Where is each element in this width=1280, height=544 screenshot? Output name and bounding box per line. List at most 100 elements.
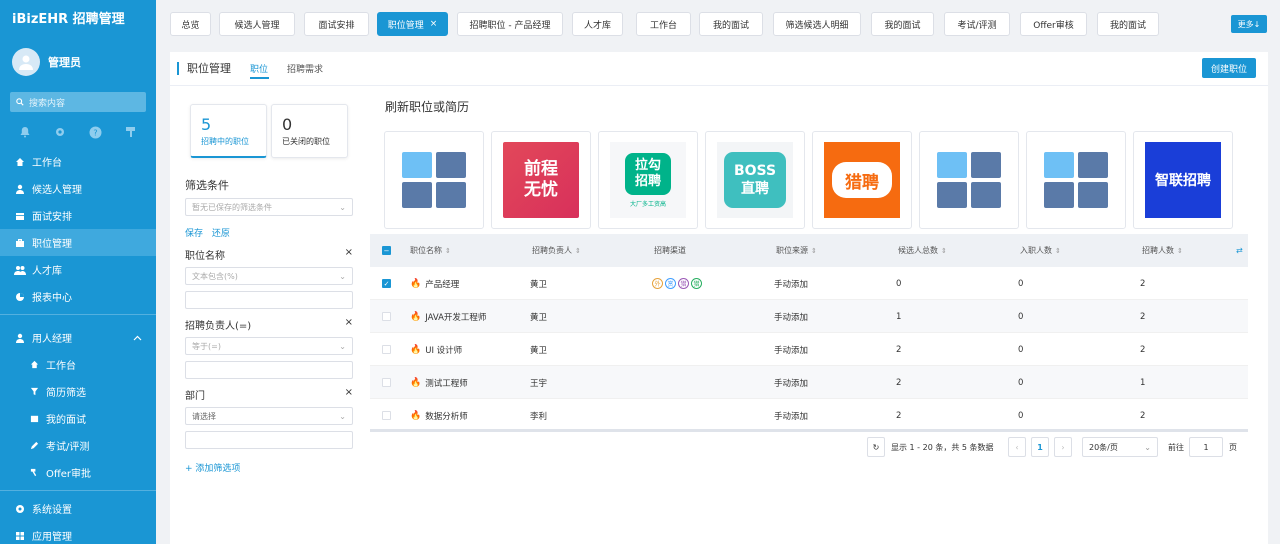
sidebar-item-positions[interactable]: 职位管理 — [0, 229, 156, 256]
table-row[interactable]: 🔥 测试工程师 王宇 手动添加 2 0 1 — [370, 366, 1248, 399]
cell-name[interactable]: 数据分析师 — [425, 410, 468, 422]
cell-name[interactable]: JAVA开发工程师 — [425, 311, 486, 323]
tab-candidates[interactable]: 候选人管理 — [219, 12, 295, 36]
col-header-hired[interactable]: 入职人数 ⇕ — [1020, 234, 1061, 267]
close-icon[interactable]: × — [430, 19, 438, 29]
col-header-candidates[interactable]: 候选人总数 ⇕ — [898, 234, 947, 267]
tab-my-interviews-3[interactable]: 我的面试 — [1097, 12, 1159, 36]
horizontal-scrollbar[interactable] — [370, 429, 1248, 432]
gear-icon[interactable] — [54, 126, 66, 138]
page-size-select[interactable]: 20条/页 ⌄ — [1082, 437, 1158, 457]
sidebar-subitem-resume-screening[interactable]: 简历筛选 — [0, 378, 156, 405]
col-label: 职位来源 — [776, 246, 808, 255]
sidebar-item-interviews[interactable]: 面试安排 — [0, 202, 156, 229]
tab-overview[interactable]: 总览 — [170, 12, 211, 36]
channel-card-boss[interactable]: BOSS 直聘 — [705, 131, 805, 229]
channel-badge: 赏 — [665, 278, 676, 289]
operator-select[interactable]: 等于(=) ⌄ — [185, 337, 353, 355]
tab-my-interviews-2[interactable]: 我的面试 — [871, 12, 934, 36]
avatar[interactable] — [12, 48, 40, 76]
refresh-icon[interactable]: ↻ — [867, 437, 885, 457]
channel-card-zhaopin[interactable]: 智联招聘 — [1133, 131, 1233, 229]
column-settings-icon[interactable]: ⇄ — [1236, 234, 1243, 267]
sidebar-item-app-management[interactable]: 应用管理 — [0, 522, 156, 544]
channel-card-placeholder[interactable] — [1026, 131, 1126, 229]
close-icon[interactable]: × — [345, 387, 353, 402]
channel-card-placeholder[interactable] — [384, 131, 484, 229]
create-position-button[interactable]: 创建职位 — [1202, 58, 1256, 78]
goto-page-input[interactable]: 1 — [1189, 437, 1223, 457]
sidebar-item-talent-pool[interactable]: 人才库 — [0, 256, 156, 283]
tab-screened-candidates[interactable]: 筛选候选人明细 — [773, 12, 861, 36]
sidebar-subitem-exams[interactable]: 考试/评测 — [0, 432, 156, 459]
col-header-name[interactable]: 职位名称 ⇕ — [410, 234, 451, 267]
table-row[interactable]: 🔥 JAVA开发工程师 黄卫 手动添加 1 0 2 — [370, 300, 1248, 333]
sidebar-group-hiring-manager[interactable]: 用人经理 — [0, 324, 156, 351]
row-checkbox[interactable] — [382, 345, 391, 354]
sidebar-search-input[interactable]: 搜索内容 — [10, 92, 146, 112]
channel-card-liepin[interactable]: 猎聘 — [812, 131, 912, 229]
col-label: 入职人数 — [1020, 246, 1052, 255]
save-filter-link[interactable]: 保存 — [185, 229, 203, 239]
prev-page-icon[interactable]: ‹ — [1008, 437, 1026, 457]
filter-icon — [28, 387, 40, 396]
close-icon[interactable]: × — [345, 317, 353, 332]
col-header-owner[interactable]: 招聘负责人 ⇕ — [532, 234, 581, 267]
stat-closed-positions[interactable]: 0 已关闭的职位 — [271, 104, 348, 158]
table-row[interactable]: 🔥 UI 设计师 黄卫 手动添加 2 0 2 — [370, 333, 1248, 366]
row-checkbox[interactable] — [382, 378, 391, 387]
sidebar-item-system-settings[interactable]: 系统设置 — [0, 495, 156, 522]
subtab-requirements[interactable]: 招聘需求 — [287, 62, 323, 75]
add-filter-link[interactable]: + 添加筛选项 — [185, 461, 353, 474]
cell-owner: 黄卫 — [530, 312, 548, 323]
user-profile[interactable]: 管理员 — [0, 40, 156, 84]
more-tabs-button[interactable]: 更多 ↓ — [1231, 15, 1267, 33]
select-all-checkbox[interactable]: − — [382, 246, 391, 255]
sidebar-subitem-workbench[interactable]: 工作台 — [0, 351, 156, 378]
operator-select[interactable]: 文本包含(%) ⌄ — [185, 267, 353, 285]
table-row[interactable]: 🔥 数据分析师 李利 手动添加 2 0 2 — [370, 399, 1248, 432]
col-header-source[interactable]: 职位来源 ⇕ — [776, 234, 817, 267]
table-row[interactable]: ✓ 🔥 产品经理 黄卫 外 赏 猎 猎 手动添加 0 0 2 — [370, 267, 1248, 300]
tab-offer-review[interactable]: Offer审核 — [1020, 12, 1087, 36]
sidebar-item-reports[interactable]: 报表中心 — [0, 283, 156, 310]
row-checkbox[interactable]: ✓ — [382, 279, 391, 288]
department-input[interactable] — [185, 431, 353, 449]
bell-icon[interactable] — [19, 126, 31, 138]
51job-logo: 前程 无忧 — [503, 142, 579, 218]
tab-position-product-manager[interactable]: 招聘职位 - 产品经理 — [457, 12, 563, 36]
channel-card-51job[interactable]: 前程 无忧 — [491, 131, 591, 229]
next-page-icon[interactable]: › — [1054, 437, 1072, 457]
sidebar-item-workbench[interactable]: 工作台 — [0, 148, 156, 175]
cell-name[interactable]: 产品经理 — [425, 278, 459, 290]
chevron-down-icon: ⌄ — [339, 411, 346, 421]
channel-card-placeholder[interactable] — [919, 131, 1019, 229]
help-icon[interactable]: ? — [89, 126, 102, 139]
paint-roller-icon[interactable] — [125, 126, 137, 138]
department-select[interactable]: 请选择 ⌄ — [185, 407, 353, 425]
row-checkbox[interactable] — [382, 312, 391, 321]
recruiter-input[interactable] — [185, 361, 353, 379]
channel-card-lagou[interactable]: 拉勾 招聘 大厂多工资高 — [598, 131, 698, 229]
col-header-quota[interactable]: 招聘人数 ⇕ — [1142, 234, 1183, 267]
reset-filter-link[interactable]: 还原 — [212, 229, 230, 239]
saved-filter-select[interactable]: 暂无已保存的筛选条件 ⌄ — [185, 198, 353, 216]
page-number[interactable]: 1 — [1031, 437, 1049, 457]
close-icon[interactable]: × — [345, 247, 353, 262]
tab-positions[interactable]: 职位管理 × — [377, 12, 448, 36]
tab-my-interviews[interactable]: 我的面试 — [699, 12, 763, 36]
sidebar-subitem-offer-approval[interactable]: Offer审批 — [0, 459, 156, 486]
sidebar-item-candidates[interactable]: 候选人管理 — [0, 175, 156, 202]
sidebar-subitem-my-interviews[interactable]: 我的面试 — [0, 405, 156, 432]
stat-open-positions[interactable]: 5 招聘中的职位 — [190, 104, 267, 158]
position-name-input[interactable] — [185, 291, 353, 309]
cell-name[interactable]: 测试工程师 — [425, 377, 468, 389]
tab-talent-pool[interactable]: 人才库 — [572, 12, 623, 36]
cell-quota: 2 — [1140, 410, 1146, 421]
tab-interviews[interactable]: 面试安排 — [304, 12, 369, 36]
tab-workbench[interactable]: 工作台 — [636, 12, 691, 36]
tab-exams[interactable]: 考试/评测 — [944, 12, 1010, 36]
cell-name[interactable]: UI 设计师 — [425, 344, 462, 356]
row-checkbox[interactable] — [382, 411, 391, 420]
subtab-positions[interactable]: 职位 — [250, 62, 268, 75]
